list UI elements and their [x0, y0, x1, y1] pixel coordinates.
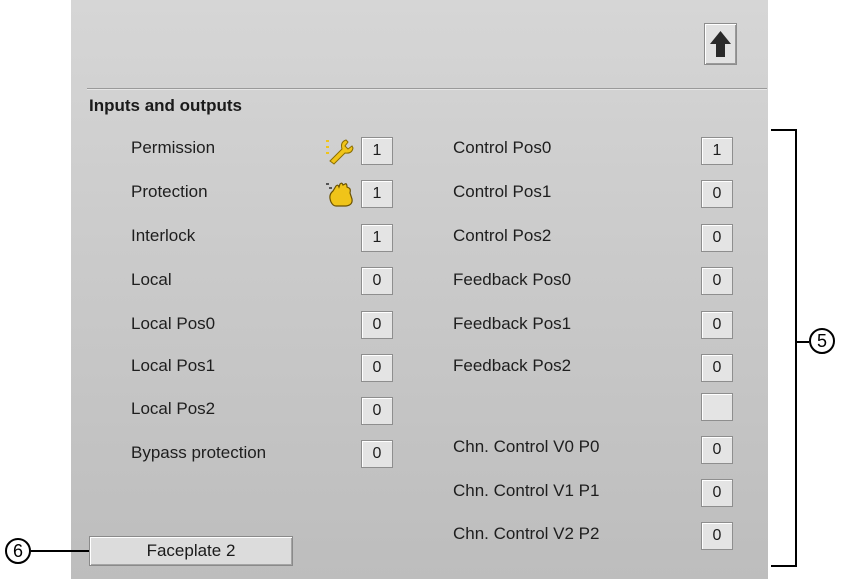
- label-bypass-protection: Bypass protection: [131, 443, 267, 462]
- label-feedback-pos1: Feedback Pos1: [453, 314, 572, 333]
- local-pos1-value: 0: [361, 354, 393, 382]
- interlock-value: 1: [361, 224, 393, 252]
- chn-control-v2-p2-value: 0: [701, 522, 733, 550]
- section-title: Inputs and outputs: [89, 96, 242, 115]
- local-value: 0: [361, 267, 393, 295]
- label-chn-control-v1-p1: Chn. Control V1 P1: [453, 481, 600, 500]
- label-protection: Protection: [131, 182, 208, 201]
- label-local-pos1: Local Pos1: [131, 356, 216, 375]
- local-pos0-value: 0: [361, 311, 393, 339]
- bypass-protection-value: 0: [361, 440, 393, 468]
- header-separator: [87, 88, 767, 89]
- callout-marker-5: 5: [809, 328, 835, 354]
- callout-bracket-5: [771, 129, 797, 567]
- local-pos2-value: 0: [361, 397, 393, 425]
- permission-value: 1: [361, 137, 393, 165]
- chn-control-v1-p1-value: 0: [701, 479, 733, 507]
- label-local: Local: [131, 270, 172, 289]
- feedback-pos1-value: 0: [701, 311, 733, 339]
- hand-icon: [326, 182, 353, 207]
- navigate-up-button[interactable]: [704, 23, 737, 65]
- control-pos0-value: 1: [701, 137, 733, 165]
- feedback-pos2-value: 0: [701, 354, 733, 382]
- label-local-pos0: Local Pos0: [131, 314, 216, 333]
- label-local-pos2: Local Pos2: [131, 399, 216, 418]
- label-control-pos1: Control Pos1: [453, 182, 552, 201]
- label-control-pos2: Control Pos2: [453, 226, 552, 245]
- callout-line-5: [797, 341, 809, 343]
- label-chn-control-v2-p2: Chn. Control V2 P2: [453, 524, 600, 543]
- label-control-pos0: Control Pos0: [453, 138, 552, 157]
- feedback-pos0-value: 0: [701, 267, 733, 295]
- callout-line-6: [31, 550, 89, 552]
- label-feedback-pos0: Feedback Pos0: [453, 270, 572, 289]
- label-permission: Permission: [131, 138, 216, 157]
- empty-value-field: [701, 393, 733, 421]
- label-interlock: Interlock: [131, 226, 196, 245]
- control-pos2-value: 0: [701, 224, 733, 252]
- label-feedback-pos2: Feedback Pos2: [453, 356, 572, 375]
- faceplate-2-button[interactable]: Faceplate 2: [89, 536, 293, 566]
- arrow-up-icon: [710, 31, 731, 57]
- wrench-icon: [326, 139, 354, 165]
- faceplate-panel: Inputs and outputs Permission 1 Protecti…: [71, 0, 768, 579]
- label-chn-control-v0-p0: Chn. Control V0 P0: [453, 437, 600, 456]
- callout-marker-6: 6: [5, 538, 31, 564]
- chn-control-v0-p0-value: 0: [701, 436, 733, 464]
- control-pos1-value: 0: [701, 180, 733, 208]
- protection-value: 1: [361, 180, 393, 208]
